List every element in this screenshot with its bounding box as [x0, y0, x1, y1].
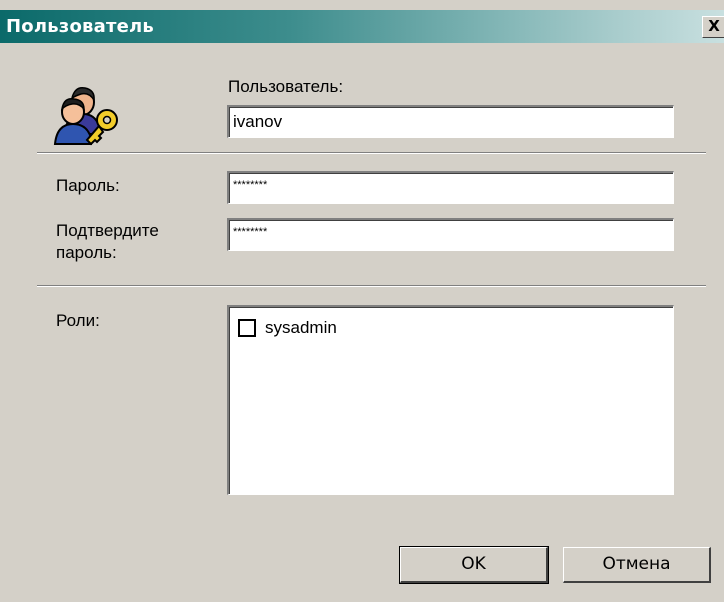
confirm-password-label-line1: Подтвердите: [56, 221, 159, 240]
close-button[interactable]: X: [702, 16, 724, 38]
password-input[interactable]: [229, 173, 673, 203]
user-dialog: Пользователь X Пользователь: Пароль: Под…: [0, 0, 724, 602]
role-item[interactable]: sysadmin: [238, 317, 337, 339]
username-label: Пользователь:: [228, 77, 344, 96]
users-key-icon: [53, 86, 118, 146]
roles-list[interactable]: sysadmin: [227, 305, 674, 495]
username-input[interactable]: [229, 107, 673, 137]
password-field[interactable]: [227, 171, 674, 204]
roles-label: Роли:: [56, 311, 100, 330]
username-field[interactable]: [227, 105, 674, 138]
password-label: Пароль:: [56, 176, 120, 195]
cancel-button[interactable]: Отмена: [563, 547, 711, 583]
title-bar[interactable]: Пользователь X: [0, 10, 724, 43]
role-checkbox[interactable]: [238, 319, 256, 337]
separator-bottom: [37, 285, 706, 287]
role-label: sysadmin: [265, 318, 337, 337]
confirm-password-field[interactable]: [227, 218, 674, 251]
separator-top: [37, 152, 706, 154]
confirm-password-input[interactable]: [229, 220, 673, 250]
ok-button[interactable]: OK: [399, 546, 549, 584]
window-title: Пользователь: [6, 16, 154, 37]
confirm-password-label-line2: пароль:: [56, 243, 117, 262]
